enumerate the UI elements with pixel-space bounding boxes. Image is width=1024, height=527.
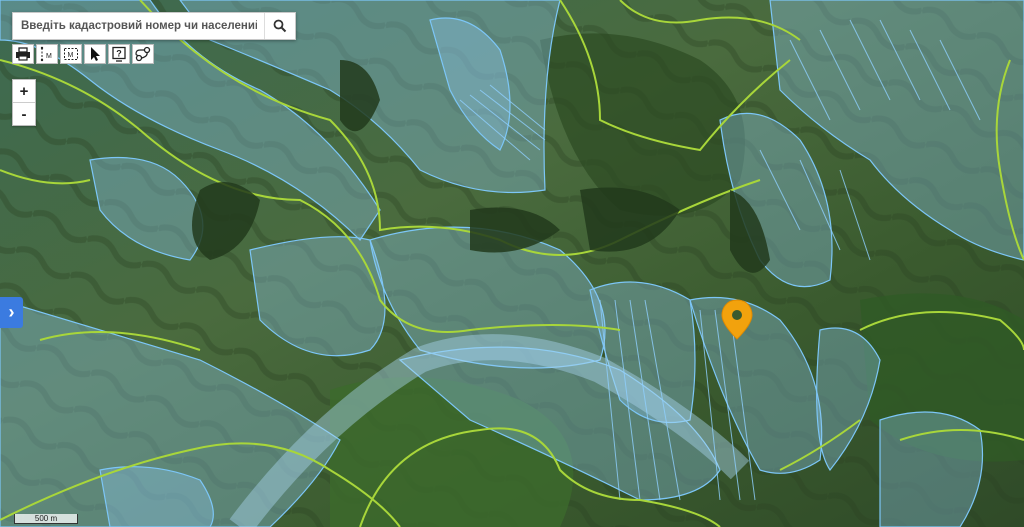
chevron-right-icon: ›: [8, 302, 15, 322]
map-toolbar: M M ?: [12, 44, 154, 64]
search-input[interactable]: [13, 14, 265, 38]
zoom-control: + -: [12, 79, 36, 126]
info-icon: ?: [112, 46, 126, 62]
pointer-icon: [91, 47, 100, 61]
zoom-out-button[interactable]: -: [13, 102, 35, 125]
print-icon: [16, 47, 30, 61]
search-icon: [273, 19, 287, 33]
measure-area-icon: M: [64, 48, 78, 60]
svg-text:M: M: [68, 52, 74, 59]
svg-text:M: M: [46, 53, 52, 60]
pointer-button[interactable]: [84, 44, 106, 64]
print-button[interactable]: [12, 44, 34, 64]
sidebar-toggle-button[interactable]: ›: [0, 297, 23, 328]
map-canvas[interactable]: [0, 0, 1024, 527]
route-button[interactable]: [132, 44, 154, 64]
search-bar: [12, 12, 296, 40]
scale-bar: 500 m: [14, 514, 78, 524]
measure-area-button[interactable]: M: [60, 44, 82, 64]
search-button[interactable]: [264, 13, 295, 39]
zoom-in-button[interactable]: +: [13, 80, 35, 102]
measure-distance-button[interactable]: M: [36, 44, 58, 64]
route-icon: [135, 46, 151, 62]
info-button[interactable]: ?: [108, 44, 130, 64]
svg-text:?: ?: [116, 49, 122, 59]
measure-distance-icon: M: [40, 46, 52, 62]
